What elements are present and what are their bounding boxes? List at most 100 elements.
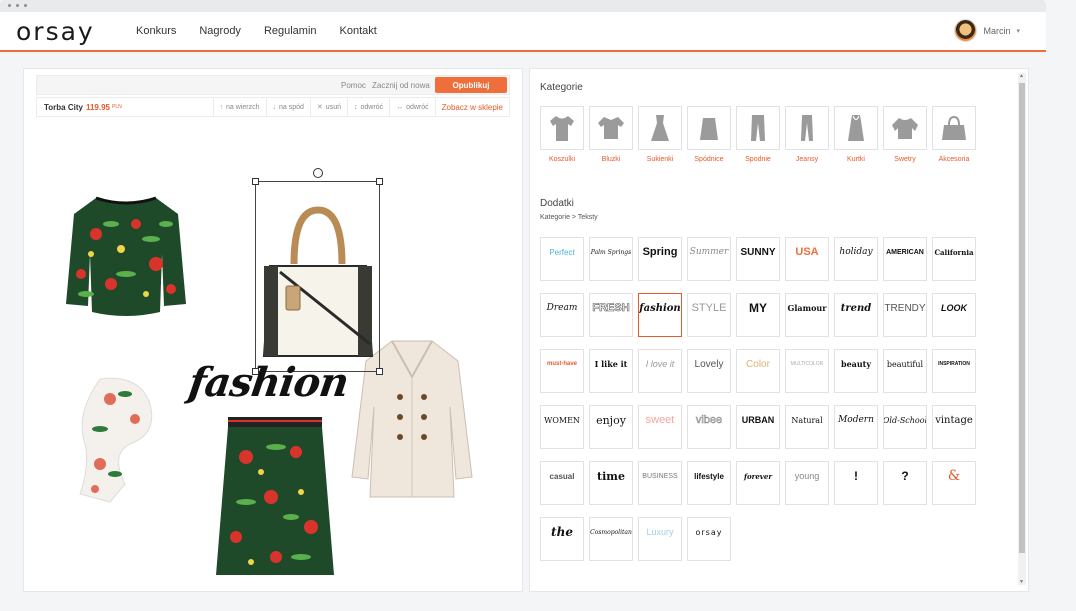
publish-button[interactable]: Opublikuj (435, 77, 507, 93)
category-spodnice[interactable]: Spódnice (687, 106, 731, 163)
category-swetry[interactable]: Swetry (883, 106, 927, 163)
text-tile[interactable]: INSPIRATION (932, 349, 976, 393)
flip-horizontal-button[interactable]: ↔ odwróć (389, 98, 435, 116)
text-tile[interactable]: MULTICOLOR (785, 349, 829, 393)
shop-link[interactable]: Zobacz w sklepie (434, 98, 509, 116)
text-tile[interactable]: TRENDY (883, 293, 927, 337)
chevron-down-icon[interactable]: ▾ (1016, 27, 1020, 35)
flip-vertical-button[interactable]: ↕ odwróć (346, 98, 389, 116)
skirt-icon (700, 118, 718, 140)
text-tile[interactable]: Summer (687, 237, 731, 281)
text-tile[interactable]: time (589, 461, 633, 505)
text-tile[interactable]: Dream (540, 293, 584, 337)
text-tile[interactable]: FRESH (589, 293, 633, 337)
user-name[interactable]: Marcin (983, 26, 1010, 36)
tile-text: casual (549, 471, 575, 481)
text-tile[interactable]: vintage (932, 405, 976, 449)
resize-handle[interactable] (376, 178, 383, 185)
brand-logo[interactable]: orsay (16, 17, 95, 46)
text-tile[interactable]: Glamour (785, 293, 829, 337)
category-kurtki[interactable]: Kurtki (834, 106, 878, 163)
catalog-panel: Kategorie Koszulki Bluzki Sukienki Spódn… (529, 68, 1029, 592)
text-tile[interactable]: enjoy (589, 405, 633, 449)
text-tile-selected[interactable]: fashion (638, 293, 682, 337)
category-sukienki[interactable]: Sukienki (638, 106, 682, 163)
text-tile[interactable]: California (932, 237, 976, 281)
tile-text: orsay (695, 527, 723, 537)
text-tile[interactable]: lifestyle (687, 461, 731, 505)
scroll-up-icon[interactable]: ▲ (1019, 73, 1024, 79)
text-tile[interactable]: Old-School (883, 405, 927, 449)
text-tile[interactable]: ! (834, 461, 878, 505)
text-tile[interactable]: forever (736, 461, 780, 505)
text-tile[interactable]: vibee (687, 405, 731, 449)
dress-icon (651, 115, 669, 141)
rotate-handle[interactable] (313, 168, 323, 178)
text-tile[interactable]: casual (540, 461, 584, 505)
send-back-button[interactable]: ↓ na spód (265, 98, 310, 116)
scrollbar-thumb[interactable] (1019, 83, 1025, 553)
category-spodnie[interactable]: Spodnie (736, 106, 780, 163)
scroll-down-icon[interactable]: ▼ (1019, 579, 1024, 585)
text-tile[interactable]: SUNNY (736, 237, 780, 281)
avatar[interactable] (954, 19, 978, 42)
restart-link[interactable]: Zacznij od nowa (372, 81, 430, 90)
resize-handle[interactable] (252, 178, 259, 185)
text-tile[interactable]: must-have (540, 349, 584, 393)
text-tile[interactable]: MY (736, 293, 780, 337)
scrollbar[interactable]: ▲ ▼ (1018, 73, 1026, 585)
text-tile[interactable]: I love it (638, 349, 682, 393)
text-tile[interactable]: Perfect (540, 237, 584, 281)
text-tile[interactable]: Spring (638, 237, 682, 281)
canvas-text-fashion[interactable]: fashion (186, 359, 351, 406)
text-tile[interactable]: orsay (687, 517, 731, 561)
text-tile[interactable]: Lovely (687, 349, 731, 393)
scarf-image[interactable] (70, 374, 160, 504)
delete-button[interactable]: ✕ usuń (309, 98, 347, 116)
resize-handle[interactable] (376, 368, 383, 375)
category-akcesoria[interactable]: Akcesoria (932, 106, 976, 163)
user-menu[interactable]: Marcin ▾ (954, 19, 1020, 42)
text-tile[interactable]: Color (736, 349, 780, 393)
text-tile[interactable]: Modern (834, 405, 878, 449)
text-tile[interactable]: BUSINESS (638, 461, 682, 505)
breadcrumb[interactable]: Kategorie > Teksty (540, 214, 598, 221)
text-tile[interactable]: WOMEN (540, 405, 584, 449)
nav-kontakt[interactable]: Kontakt (340, 25, 377, 37)
text-tile[interactable]: STYLE (687, 293, 731, 337)
text-tile[interactable]: Palm Springs (589, 237, 633, 281)
nav-konkurs[interactable]: Konkurs (136, 25, 176, 37)
selection-box[interactable] (252, 168, 383, 375)
category-jeansy[interactable]: Jeansy (785, 106, 829, 163)
tool-label: odwróć (406, 103, 429, 111)
text-tile[interactable]: Cosmopolitan (589, 517, 633, 561)
text-tile[interactable]: I like it (589, 349, 633, 393)
text-tile[interactable]: URBAN (736, 405, 780, 449)
text-tile[interactable]: holiday (834, 237, 878, 281)
skirt-image[interactable] (216, 417, 334, 577)
text-tile[interactable]: beauty (834, 349, 878, 393)
collage-canvas[interactable]: fashion (24, 119, 522, 589)
text-tile[interactable]: Luxury (638, 517, 682, 561)
bag-icon (942, 115, 966, 140)
text-tile[interactable]: trend (834, 293, 878, 337)
text-tile[interactable]: AMERICAN (883, 237, 927, 281)
text-tile[interactable]: LOOK (932, 293, 976, 337)
tile-text: must-have (546, 361, 577, 367)
text-tile[interactable]: Natural (785, 405, 829, 449)
tshirt-icon (550, 116, 574, 141)
blouse-image[interactable] (66, 194, 186, 324)
category-bluzki[interactable]: Bluzki (589, 106, 633, 163)
bring-front-button[interactable]: ↑ na wierzch (212, 98, 266, 116)
text-tile[interactable]: the (540, 517, 584, 561)
help-link[interactable]: Pomoc (341, 81, 366, 90)
text-tile[interactable]: USA (785, 237, 829, 281)
category-koszulki[interactable]: Koszulki (540, 106, 584, 163)
text-tile[interactable]: beautiful (883, 349, 927, 393)
text-tile[interactable]: ? (883, 461, 927, 505)
nav-regulamin[interactable]: Regulamin (264, 25, 317, 37)
text-tile[interactable]: young (785, 461, 829, 505)
text-tile[interactable]: & (932, 461, 976, 505)
nav-nagrody[interactable]: Nagrody (199, 25, 241, 37)
text-tile[interactable]: sweet (638, 405, 682, 449)
